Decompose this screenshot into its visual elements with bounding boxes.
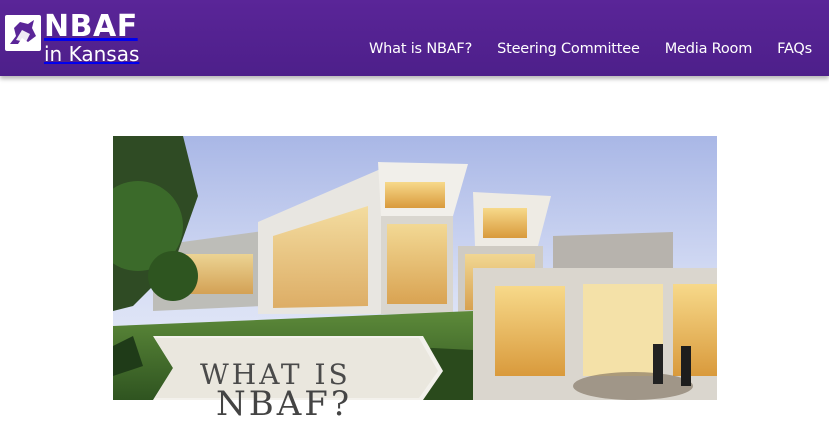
nav-steering-committee[interactable]: Steering Committee bbox=[497, 41, 640, 57]
nav-media-room[interactable]: Media Room bbox=[665, 41, 753, 57]
logo-line1: NBAF bbox=[44, 9, 138, 44]
hero-banner-line2: NBAF? bbox=[216, 384, 353, 424]
site-header: NBAF in Kansas What is NBAF? Steering Co… bbox=[0, 0, 829, 76]
main-nav: What is NBAF? Steering Committee Media R… bbox=[369, 41, 812, 57]
logo-text: NBAF in Kansas bbox=[44, 9, 140, 66]
logo-line2: in Kansas bbox=[44, 42, 140, 66]
nav-what-is-nbaf[interactable]: What is NBAF? bbox=[369, 41, 472, 57]
nav-faqs[interactable]: FAQs bbox=[777, 41, 812, 57]
kansas-logo-icon bbox=[5, 15, 41, 51]
site-logo[interactable]: NBAF in Kansas bbox=[4, 12, 179, 66]
